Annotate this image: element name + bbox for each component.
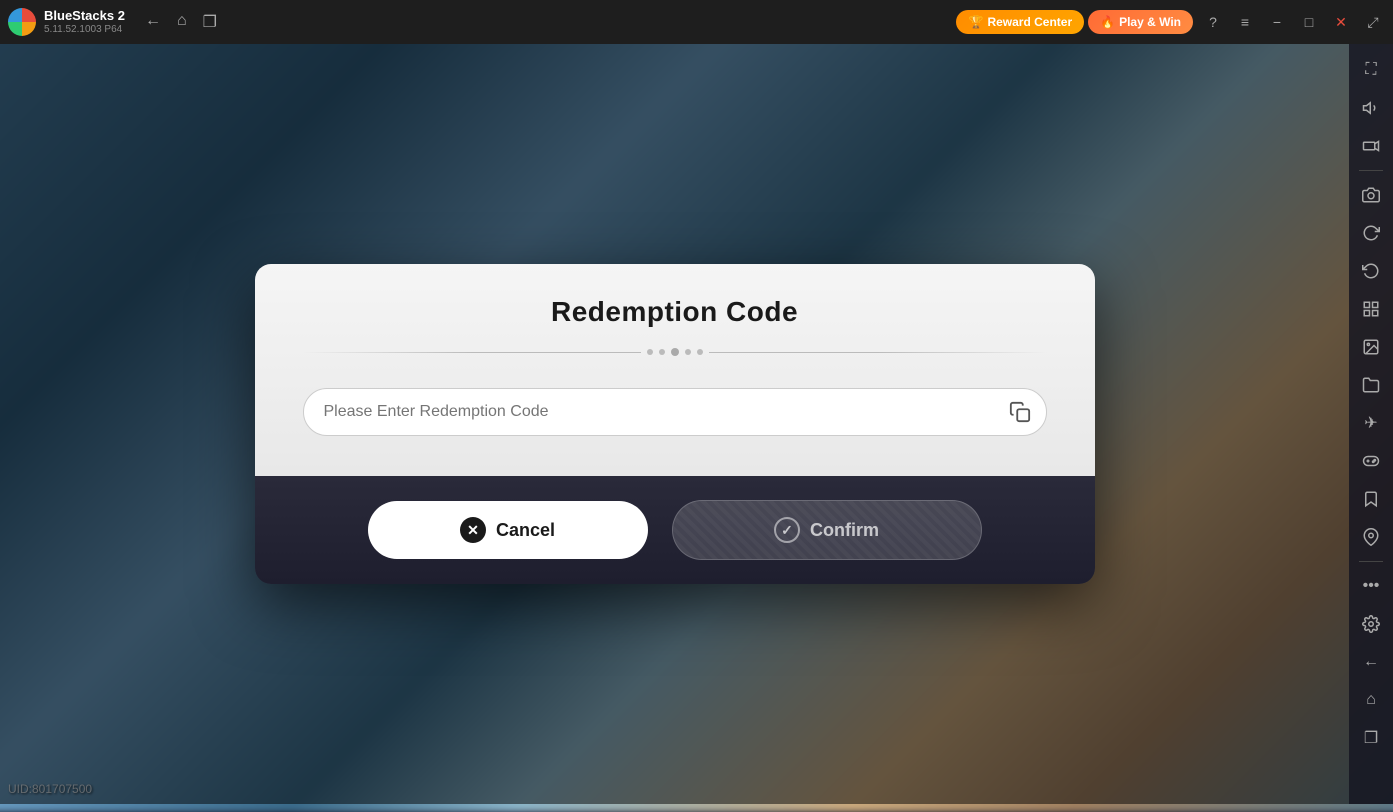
app-name: BlueStacks 2 <box>44 8 125 24</box>
reward-center-button[interactable]: 🏆 Reward Center <box>956 10 1084 34</box>
sidebar-home-icon[interactable]: ⌂ <box>1353 682 1389 718</box>
divider-line-right <box>709 352 1047 353</box>
right-sidebar: ⛶ ✈ ••• ← ⌂ ❐ <box>1349 44 1393 804</box>
help-button[interactable]: ? <box>1201 10 1225 34</box>
cancel-label: Cancel <box>496 520 555 541</box>
modal-divider <box>303 348 1047 356</box>
redemption-modal: Redemption Code <box>255 264 1095 584</box>
divider-line-left <box>303 352 641 353</box>
play-emoji: 🔥 <box>1100 15 1115 29</box>
divider-dot-2 <box>659 349 665 355</box>
apps-icon[interactable] <box>1353 291 1389 327</box>
airplane-icon[interactable]: ✈ <box>1353 405 1389 441</box>
settings-icon[interactable] <box>1353 606 1389 642</box>
more-icon[interactable]: ••• <box>1353 568 1389 604</box>
divider-dot-center <box>671 348 679 356</box>
cancel-button[interactable]: ✕ Cancel <box>368 501 648 559</box>
sidebar-divider-2 <box>1359 561 1383 562</box>
top-bar-center: 🏆 Reward Center 🔥 Play & Win <box>956 10 1193 34</box>
video-icon[interactable] <box>1353 128 1389 164</box>
paste-button[interactable] <box>1002 394 1038 430</box>
nav-icons: ← ⌂ ❐ <box>133 12 229 32</box>
top-bar-right: ? ≡ − □ ✕ ⤢ <box>1193 10 1393 34</box>
confirm-label: Confirm <box>810 520 879 541</box>
modal-overlay: Redemption Code <box>0 44 1349 804</box>
maximize-button[interactable]: □ <box>1297 10 1321 34</box>
app-version: 5.11.52.1003 P64 <box>44 24 125 36</box>
bluestacks-logo <box>8 8 36 36</box>
divider-dot-1 <box>647 349 653 355</box>
sidebar-copy-icon[interactable]: ❐ <box>1353 720 1389 756</box>
screenshot-icon[interactable] <box>1353 177 1389 213</box>
cancel-icon: ✕ <box>460 517 486 543</box>
modal-title: Redemption Code <box>303 296 1047 328</box>
input-row <box>303 388 1047 436</box>
reward-label: Reward Center <box>987 15 1072 29</box>
expand-button[interactable]: ⤢ <box>1361 10 1385 34</box>
home-nav-icon[interactable]: ⌂ <box>177 12 187 32</box>
top-bar: BlueStacks 2 5.11.52.1003 P64 ← ⌂ ❐ 🏆 Re… <box>0 0 1393 44</box>
media-icon[interactable] <box>1353 329 1389 365</box>
sidebar-back-icon[interactable]: ← <box>1353 644 1389 680</box>
refresh-icon[interactable] <box>1353 215 1389 251</box>
confirm-icon: ✓ <box>774 517 800 543</box>
top-bar-left: BlueStacks 2 5.11.52.1003 P64 ← ⌂ ❐ <box>0 8 956 36</box>
folder-icon[interactable] <box>1353 367 1389 403</box>
redemption-code-input[interactable] <box>324 389 1002 435</box>
divider-dot-5 <box>697 349 703 355</box>
reward-emoji: 🏆 <box>968 15 983 29</box>
sidebar-divider-1 <box>1359 170 1383 171</box>
modal-lower: ✕ Cancel ✓ Confirm <box>255 476 1095 584</box>
rotate-icon[interactable] <box>1353 253 1389 289</box>
location-icon[interactable] <box>1353 519 1389 555</box>
play-win-button[interactable]: 🔥 Play & Win <box>1088 10 1193 34</box>
play-win-label: Play & Win <box>1119 15 1181 29</box>
volume-icon[interactable] <box>1353 90 1389 126</box>
confirm-button[interactable]: ✓ Confirm <box>672 500 982 560</box>
app-name-block: BlueStacks 2 5.11.52.1003 P64 <box>44 8 125 36</box>
fullscreen-icon[interactable]: ⛶ <box>1353 52 1389 88</box>
modal-upper: Redemption Code <box>255 264 1095 476</box>
back-nav-icon[interactable]: ← <box>145 12 161 32</box>
menu-button[interactable]: ≡ <box>1233 10 1257 34</box>
window-nav-icon[interactable]: ❐ <box>203 12 217 32</box>
minimize-button[interactable]: − <box>1265 10 1289 34</box>
gamepad-icon[interactable] <box>1353 443 1389 479</box>
bookmark-icon[interactable] <box>1353 481 1389 517</box>
close-button[interactable]: ✕ <box>1329 10 1353 34</box>
divider-dot-4 <box>685 349 691 355</box>
